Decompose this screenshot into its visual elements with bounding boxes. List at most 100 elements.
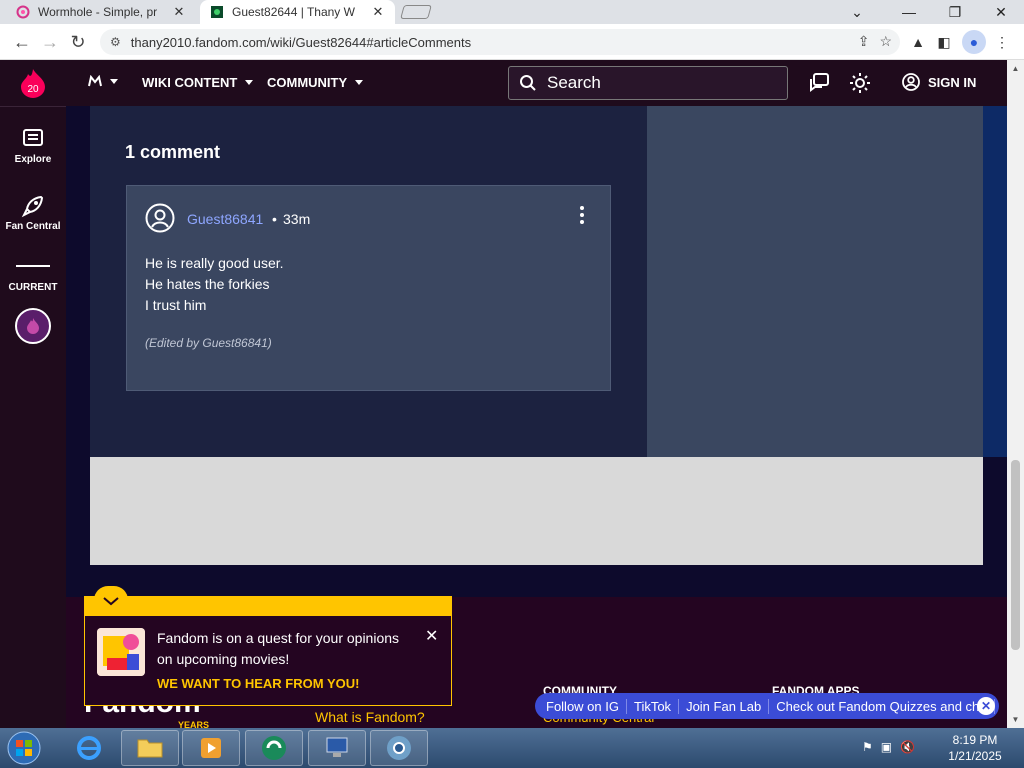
fandom-years-badge: YEARS <box>178 720 210 728</box>
profile-avatar-icon[interactable]: ● <box>962 30 986 54</box>
tab-close-icon[interactable]: ✕ <box>371 4 385 20</box>
search-input[interactable]: Search <box>508 66 788 100</box>
ticker-close-icon[interactable]: ✕ <box>977 697 995 715</box>
wiki-top-nav: WIKI CONTENT COMMUNITY Search SIGN IN <box>66 60 1010 106</box>
windows-logo-icon <box>7 731 41 765</box>
chevron-down-icon <box>355 80 364 85</box>
fan-central-link[interactable]: Fan Central <box>0 194 66 232</box>
remote-desktop-taskbar-button[interactable] <box>308 730 366 766</box>
comment-timestamp[interactable]: 33m <box>283 211 310 227</box>
wiki-home-dropdown[interactable] <box>88 75 118 87</box>
ticker-quizzes-link[interactable]: Check out Fandom Quizzes and cha <box>769 698 995 714</box>
user-icon <box>902 73 920 91</box>
right-rail <box>647 106 983 457</box>
back-button[interactable]: ← <box>10 30 34 54</box>
url-text: thany2010.fandom.com/wiki/Guest82644#art… <box>130 34 472 50</box>
tab-wormhole[interactable]: Wormhole - Simple, pr ✕ <box>6 0 196 24</box>
explore-newspaper-icon <box>23 129 43 146</box>
minimize-button[interactable]: — <box>886 0 932 24</box>
popup-cta-link[interactable]: WE WANT TO HEAR FROM YOU! <box>157 676 359 691</box>
search-placeholder: Search <box>547 73 601 92</box>
media-player-icon <box>201 738 221 758</box>
ticker-tiktok-link[interactable]: TikTok <box>627 698 680 714</box>
volume-muted-icon[interactable]: 🔇 <box>900 740 915 754</box>
network-icon[interactable]: ▣ <box>881 740 892 754</box>
share-icon[interactable]: ⇪ <box>858 33 870 50</box>
scroll-up-arrow-icon[interactable]: ▲ <box>1011 64 1020 73</box>
tab-title: Wormhole - Simple, pr <box>38 5 158 19</box>
page-scrollbar[interactable]: ▲ ▼ <box>1007 60 1024 728</box>
new-tab-button[interactable] <box>400 5 432 19</box>
popup-header-bar <box>84 596 452 616</box>
system-tray: ⚑ ▣ 🔇 <box>862 740 915 754</box>
wiki-flame-icon <box>27 318 39 334</box>
close-window-button[interactable]: ✕ <box>978 0 1024 24</box>
comment-meta-separator: • <box>272 211 277 227</box>
wiki-content-label: WIKI CONTENT <box>142 75 238 90</box>
ticker-fan-lab-link[interactable]: Join Fan Lab <box>679 698 770 714</box>
file-explorer-taskbar-button[interactable] <box>121 730 179 766</box>
internet-explorer-taskbar-button[interactable] <box>60 730 118 766</box>
avatar[interactable] <box>145 203 175 233</box>
globe-browser-icon <box>387 736 411 760</box>
tab-search-chevron-icon[interactable]: ⌄ <box>834 0 880 24</box>
bookmark-star-icon[interactable]: ☆ <box>879 33 892 50</box>
popup-close-icon[interactable]: ✕ <box>425 626 438 646</box>
theme-toggle-sun-icon[interactable] <box>849 72 871 94</box>
discussions-icon[interactable] <box>808 72 830 94</box>
scroll-down-arrow-icon[interactable]: ▼ <box>1011 715 1020 724</box>
what-is-fandom-link[interactable]: What is Fandom? <box>315 709 425 725</box>
ticker-follow-ig-link[interactable]: Follow on IG <box>539 698 627 714</box>
comment-text-line: He hates the forkies <box>145 276 270 292</box>
social-ticker-bar: Follow on IG TikTok Join Fan Lab Check o… <box>535 693 999 719</box>
comment-author-link[interactable]: Guest86841 <box>187 211 263 227</box>
current-wiki-icon[interactable] <box>15 308 51 344</box>
sign-in-label: SIGN IN <box>928 74 977 90</box>
community-label: COMMUNITY <box>267 75 348 90</box>
search-icon <box>520 75 536 91</box>
tab-guest82644[interactable]: Guest82644 | Thany W ✕ <box>200 0 395 24</box>
quest-survey-popup: Fandom is on a quest for your opinions o… <box>84 616 452 706</box>
comment-text-line: I trust him <box>145 297 207 313</box>
sign-in-button[interactable]: SIGN IN <box>902 73 976 91</box>
comment-count-heading: 1 comment <box>125 142 221 162</box>
fandom-wiki-favicon-icon <box>211 6 223 18</box>
clock-time: 8:19 PM <box>952 733 998 747</box>
system-clock[interactable]: 8:19 PM 1/21/2025 <box>940 732 1010 764</box>
forward-button[interactable]: → <box>38 30 62 54</box>
labs-flask-icon[interactable]: ▲ <box>906 30 930 54</box>
clock-date: 1/21/2025 <box>948 749 1002 763</box>
media-player-taskbar-button[interactable] <box>182 730 240 766</box>
tab-title: Guest82644 | Thany W <box>232 5 355 19</box>
side-panel-icon[interactable]: ◧ <box>932 30 956 54</box>
current-label: CURRENT <box>8 282 58 293</box>
explore-link[interactable]: Explore <box>0 126 66 165</box>
site-info-icon[interactable]: ⚙ <box>110 35 121 49</box>
comment-options-kebab-icon[interactable] <box>579 206 585 224</box>
menu-kebab-icon[interactable]: ⋮ <box>990 30 1014 54</box>
fandom-20-logo-icon[interactable]: 20 <box>19 68 47 98</box>
browser-taskbar-button[interactable] <box>245 730 303 766</box>
survey-illustration-icon <box>97 628 145 676</box>
comment-text-line: He is really good user. <box>145 255 284 271</box>
community-dropdown[interactable]: COMMUNITY <box>267 75 364 90</box>
wiki-content-dropdown[interactable]: WIKI CONTENT <box>142 75 254 90</box>
internet-explorer-icon <box>77 736 101 760</box>
nav-divider <box>0 106 66 107</box>
popup-message: Fandom is on a quest for your opinions o… <box>157 630 400 667</box>
popup-collapse-toggle[interactable] <box>94 586 128 610</box>
restore-button[interactable]: ❐ <box>932 0 978 24</box>
scroll-thumb[interactable] <box>1011 460 1020 650</box>
chevron-down-icon <box>245 80 254 85</box>
address-toolbar: ← → ↻ ⚙ thany2010.fandom.com/wiki/Guest8… <box>0 24 1024 60</box>
start-button[interactable] <box>4 730 44 766</box>
chrome-taskbar-button[interactable] <box>370 730 428 766</box>
rocket-icon <box>21 195 44 218</box>
page-background-edge <box>983 106 1007 457</box>
tab-close-icon[interactable]: ✕ <box>172 4 186 20</box>
nav-divider <box>16 265 50 267</box>
action-center-flag-icon[interactable]: ⚑ <box>862 740 873 754</box>
reload-button[interactable]: ↻ <box>66 30 90 54</box>
web-page: 20 Explore Fan Central CURRENT WIKI CONT… <box>0 60 1024 728</box>
url-bar[interactable]: ⚙ thany2010.fandom.com/wiki/Guest82644#a… <box>100 29 900 55</box>
